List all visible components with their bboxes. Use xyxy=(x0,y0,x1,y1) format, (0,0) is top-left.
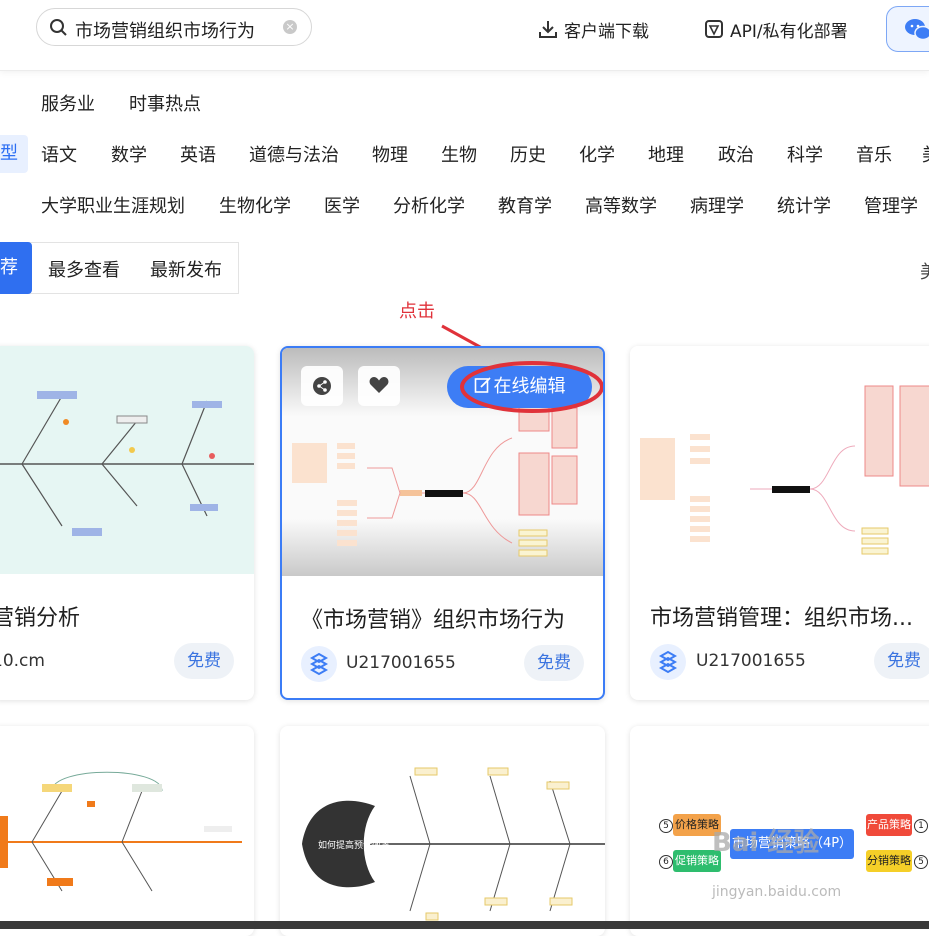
category-item[interactable]: 地理 xyxy=(648,139,684,169)
category-item[interactable]: 化学 xyxy=(579,139,615,169)
download-icon xyxy=(539,21,557,38)
search-input[interactable]: 市场营销组织市场行为 xyxy=(75,17,255,43)
card-author: U217001655 xyxy=(346,653,456,673)
card-title[interactable]: 《市场营销》组织市场行为 xyxy=(301,602,565,634)
category-item[interactable]: 统计学 xyxy=(777,190,831,220)
card-author: 10.cm xyxy=(0,651,45,671)
category-item[interactable]: 政治 xyxy=(718,139,754,169)
sort-latest-tab[interactable]: 最新发布 xyxy=(150,256,222,282)
category-item[interactable]: 医学 xyxy=(324,190,360,220)
top-bar: 市场营销组织市场行为 × 客户端下载 API/私有化部署 xyxy=(0,0,929,71)
card-thumbnail xyxy=(630,346,929,574)
api-label: API/私有化部署 xyxy=(730,21,848,42)
download-label: 客户端下载 xyxy=(564,21,649,42)
card-title[interactable]: 市场营销管理：组织市场... xyxy=(650,600,913,632)
baidu-watermark: Bai 经验 xyxy=(712,828,820,858)
template-card[interactable]: 市场营销管理：组织市场... U217001655 免费 xyxy=(630,346,929,700)
mindmap-number-badge: 5 xyxy=(659,819,673,833)
avatar xyxy=(301,646,337,682)
category-item[interactable]: 分析化学 xyxy=(393,190,465,220)
category-item[interactable]: 道德与法治 xyxy=(249,139,339,169)
category-item[interactable]: 教育学 xyxy=(498,190,552,220)
category-item[interactable]: 服务业 xyxy=(41,88,95,118)
wechat-icon xyxy=(905,19,929,41)
card-thumbnail xyxy=(0,346,254,574)
category-item[interactable]: 音乐 xyxy=(856,139,892,169)
card-thumbnail xyxy=(302,767,605,921)
free-badge: 免费 xyxy=(874,643,929,679)
author-logo-icon xyxy=(309,652,329,676)
mindmap-number-badge: 5 xyxy=(914,855,928,869)
category-item[interactable]: 生物化学 xyxy=(219,190,291,220)
template-card-selected[interactable]: 在线编辑 《市场营销》组织市场行为 U217001655 免费 xyxy=(280,346,605,700)
mindmap-branch-distribution: 分销策略 xyxy=(866,850,912,872)
share-button[interactable] xyxy=(301,366,343,406)
category-item[interactable]: 物理 xyxy=(372,139,408,169)
search-icon xyxy=(50,19,67,36)
bottom-bar xyxy=(0,921,929,929)
category-item[interactable]: 语文 xyxy=(41,139,77,169)
share-icon xyxy=(313,377,331,395)
mindmap-number-badge: 6 xyxy=(659,855,673,869)
category-item[interactable]: 英语 xyxy=(180,139,216,169)
category-item[interactable]: 管理学 xyxy=(864,190,918,220)
template-card[interactable]: 如何提高预计效率 xyxy=(280,726,605,936)
sort-tabs: 荐 最多查看 最新发布 xyxy=(0,242,239,294)
free-badge: 免费 xyxy=(524,645,584,681)
api-icon xyxy=(705,20,723,38)
favorite-button[interactable] xyxy=(358,366,400,406)
sort-most-viewed-tab[interactable]: 最多查看 xyxy=(48,256,120,282)
api-deploy-button[interactable]: API/私有化部署 xyxy=(704,17,848,42)
category-item[interactable]: 科学 xyxy=(787,139,823,169)
category-item[interactable]: 高等数学 xyxy=(585,190,657,220)
baidu-watermark-url: jingyan.baidu.com xyxy=(712,884,842,900)
category-item[interactable]: 时事热点 xyxy=(129,88,201,118)
mindmap-number-badge: 1 xyxy=(914,819,928,833)
truncated-filter-label[interactable]: 美 xyxy=(920,258,929,284)
card-title[interactable]: 营销分析 xyxy=(0,600,80,632)
category-active-tab[interactable]: 型 xyxy=(0,135,28,173)
download-client-button[interactable]: 客户端下载 xyxy=(538,17,649,42)
template-card[interactable]: 营销分析 10.cm 免费 xyxy=(0,346,254,700)
template-card[interactable] xyxy=(0,726,254,936)
category-item[interactable]: 病理学 xyxy=(690,190,744,220)
author-logo-icon xyxy=(658,650,678,674)
category-item[interactable]: 大学职业生涯规划 xyxy=(41,190,185,220)
card-author: U217001655 xyxy=(696,651,806,671)
heart-icon xyxy=(369,377,389,393)
category-item[interactable]: 历史 xyxy=(510,139,546,169)
category-item[interactable]: 美 xyxy=(922,139,929,169)
wechat-login-button[interactable] xyxy=(886,6,929,52)
free-badge: 免费 xyxy=(174,643,234,679)
annotation-circle xyxy=(460,361,603,413)
mindmap-root-label: 如何提高预计效率 xyxy=(318,841,391,851)
category-item[interactable]: 数学 xyxy=(111,139,147,169)
clear-search-icon[interactable]: × xyxy=(283,20,297,34)
sort-recommended-tab[interactable]: 荐 xyxy=(0,242,32,294)
avatar xyxy=(650,644,686,680)
mindmap-branch-product: 产品策略 xyxy=(866,814,912,836)
search-box[interactable]: 市场营销组织市场行为 × xyxy=(36,8,312,46)
category-item[interactable]: 生物 xyxy=(441,139,477,169)
card-thumbnail xyxy=(0,771,242,892)
